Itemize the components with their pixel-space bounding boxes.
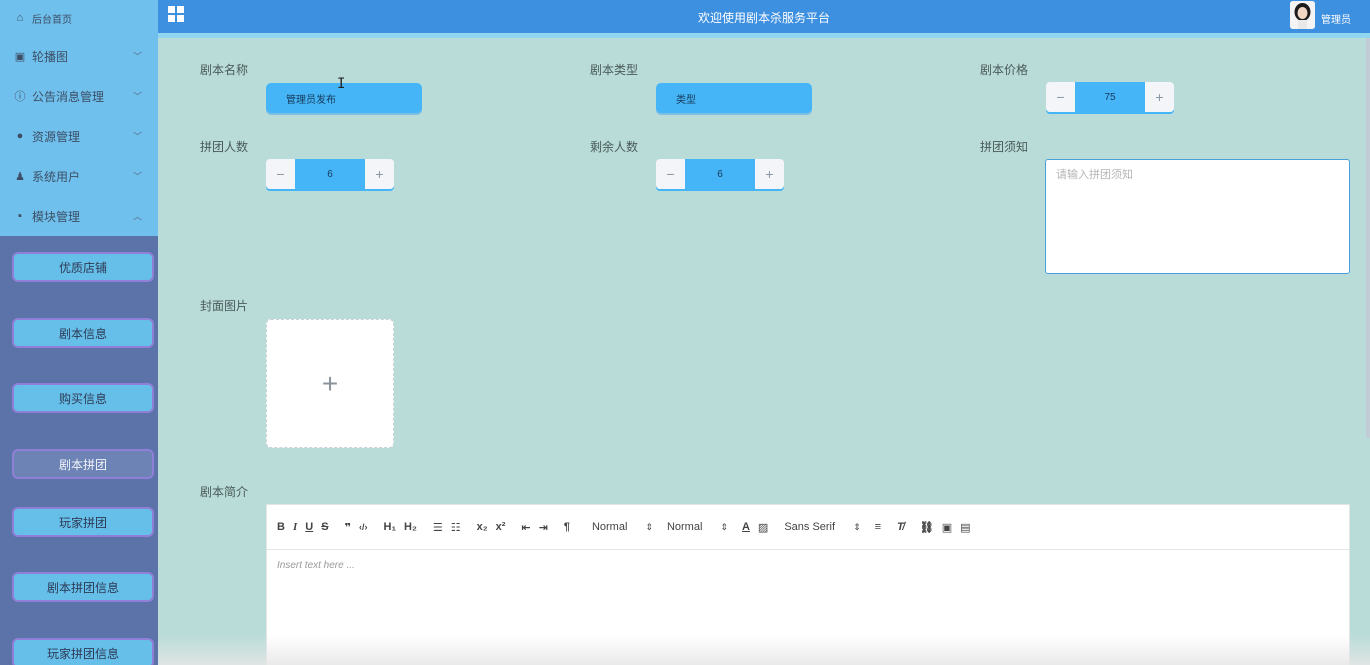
size-select[interactable]: Normal ⇕: [667, 521, 728, 533]
select-arrow-icon: ⇕: [645, 521, 653, 532]
background-color-icon[interactable]: ▨: [758, 521, 768, 534]
sidebar-item-label: 轮播图: [32, 49, 69, 64]
remaining-increment-button[interactable]: +: [755, 159, 784, 189]
code-block-icon[interactable]: ‹/›: [359, 522, 368, 532]
sidebar-item-modules[interactable]: ▪ 模块管理 ︿: [0, 196, 158, 236]
clear-format-icon[interactable]: T̸: [897, 521, 904, 533]
group-size-label: 拼团人数: [200, 140, 249, 154]
rich-text-editor: B I U S ❞ ‹/› H₁ H₂ ☰ ☷ x₂ x² ⇤ ⇥ ¶ Norm…: [266, 504, 1350, 665]
submenu-quality-shops[interactable]: 优质店铺: [12, 252, 154, 282]
group-size-value[interactable]: 6: [295, 159, 365, 189]
script-price-label: 剧本价格: [980, 63, 1029, 77]
align-icon[interactable]: ≡: [875, 521, 881, 533]
group-size-increment-button[interactable]: +: [365, 159, 394, 189]
remaining-value[interactable]: 6: [685, 159, 755, 189]
font-color-icon[interactable]: A: [742, 521, 750, 533]
intro-label: 剧本简介: [200, 485, 249, 499]
sidebar-item-home[interactable]: ⌂ 后台首页: [0, 0, 158, 36]
underline-icon[interactable]: U: [305, 521, 313, 533]
video-insert-icon[interactable]: ▤: [960, 521, 970, 534]
bold-icon[interactable]: B: [277, 521, 285, 533]
link-icon[interactable]: ⛓: [920, 521, 934, 534]
sidebar-item-carousel[interactable]: ▣ 轮播图 ﹀: [0, 36, 158, 76]
sidebar-item-label: 模块管理: [32, 209, 81, 224]
price-value[interactable]: 75: [1075, 82, 1145, 112]
top-header: 欢迎使用剧本杀服务平台 管理员: [158, 0, 1370, 33]
strikethrough-icon[interactable]: S: [321, 521, 328, 533]
remaining-label: 剩余人数: [590, 140, 639, 154]
indent-icon[interactable]: ⇥: [539, 521, 548, 534]
header-select-value: Normal: [591, 521, 628, 533]
price-decrement-button[interactable]: −: [1046, 82, 1075, 112]
location-pin-icon: ●: [16, 130, 24, 142]
scrollbar[interactable]: [1366, 38, 1370, 438]
sidebar-item-label: 后台首页: [32, 14, 72, 26]
heading-2-icon[interactable]: H₂: [404, 521, 417, 533]
plus-icon: +: [321, 367, 339, 399]
font-select-value: Sans Serif: [784, 521, 836, 533]
text-direction-icon[interactable]: ¶: [564, 521, 570, 533]
sidebar-menu: ⌂ 后台首页 ▣ 轮播图 ﹀ ⓘ 公告消息管理 ﹀ ● 资源管理 ﹀ ♟ 系统用…: [0, 0, 158, 236]
price-increment-button[interactable]: +: [1145, 82, 1174, 112]
sidebar: ⌂ 后台首页 ▣ 轮播图 ﹀ ⓘ 公告消息管理 ﹀ ● 资源管理 ﹀ ♟ 系统用…: [0, 0, 158, 665]
select-arrow-icon: ⇕: [853, 521, 861, 532]
size-select-value: Normal: [666, 521, 703, 533]
submenu-player-group[interactable]: 玩家拼团: [12, 507, 154, 537]
submenu-purchase-info[interactable]: 购买信息: [12, 383, 154, 413]
cover-upload[interactable]: +: [266, 319, 394, 448]
remaining-stepper: − 6 +: [656, 159, 784, 189]
user-icon: ♟: [15, 170, 25, 183]
grid-icon: ▪: [18, 210, 22, 222]
blockquote-icon[interactable]: ❞: [345, 521, 351, 534]
cover-label: 封面图片: [200, 299, 249, 313]
user-name[interactable]: 管理员: [1321, 11, 1351, 26]
sidebar-item-resources[interactable]: ● 资源管理 ﹀: [0, 116, 158, 156]
page-title: 欢迎使用剧本杀服务平台: [697, 11, 830, 25]
info-circle-icon: ⓘ: [14, 91, 26, 103]
script-type-select[interactable]: 类型: [656, 83, 812, 113]
sidebar-item-label: 资源管理: [32, 129, 81, 144]
chevron-up-icon: ︿: [132, 211, 142, 222]
text-cursor-icon: I: [337, 76, 346, 92]
image-insert-icon[interactable]: ▣: [942, 521, 952, 534]
script-type-label: 剧本类型: [590, 63, 639, 77]
italic-icon[interactable]: I: [293, 521, 297, 533]
font-select[interactable]: Sans Serif ⇕: [784, 521, 860, 533]
home-icon: ⌂: [16, 12, 24, 24]
select-arrow-icon: ⇕: [720, 521, 728, 532]
submenu-script-group[interactable]: 剧本拼团: [12, 449, 154, 479]
submenu-script-info[interactable]: 剧本信息: [12, 318, 154, 348]
script-price-stepper: − 75 +: [1046, 82, 1174, 112]
chevron-down-icon: ﹀: [132, 51, 142, 62]
sidebar-item-announcements[interactable]: ⓘ 公告消息管理 ﹀: [0, 76, 158, 116]
sidebar-item-system-users[interactable]: ♟ 系统用户 ﹀: [0, 156, 158, 196]
group-notice-label: 拼团须知: [980, 140, 1029, 154]
subscript-icon[interactable]: x₂: [477, 521, 488, 533]
editor-toolbar: B I U S ❞ ‹/› H₁ H₂ ☰ ☷ x₂ x² ⇤ ⇥ ¶ Norm…: [267, 505, 1349, 550]
group-notice-textarea[interactable]: 请输入拼团须知: [1045, 159, 1350, 274]
script-name-label: 剧本名称: [200, 63, 249, 77]
sidebar-item-label: 公告消息管理: [32, 89, 105, 104]
sidebar-item-label: 系统用户: [32, 169, 81, 184]
remaining-decrement-button[interactable]: −: [656, 159, 685, 189]
image-icon: ▣: [14, 50, 26, 63]
group-size-stepper: − 6 +: [266, 159, 394, 189]
avatar[interactable]: [1290, 1, 1315, 29]
chevron-down-icon: ﹀: [132, 131, 142, 142]
ordered-list-icon[interactable]: ☰: [433, 521, 443, 534]
heading-1-icon[interactable]: H₁: [384, 521, 397, 533]
group-size-decrement-button[interactable]: −: [266, 159, 295, 189]
superscript-icon[interactable]: x²: [496, 521, 506, 533]
header-divider: [158, 33, 1370, 38]
submenu-player-group-info[interactable]: 玩家拼团信息: [12, 638, 154, 665]
outdent-icon[interactable]: ⇤: [521, 521, 530, 534]
header-select[interactable]: Normal ⇕: [592, 521, 653, 533]
chevron-down-icon: ﹀: [132, 171, 142, 182]
editor-body[interactable]: Insert text here ...: [267, 550, 1349, 581]
submenu-script-group-info[interactable]: 剧本拼团信息: [12, 572, 154, 602]
bullet-list-icon[interactable]: ☷: [451, 521, 461, 534]
chevron-down-icon: ﹀: [132, 91, 142, 102]
